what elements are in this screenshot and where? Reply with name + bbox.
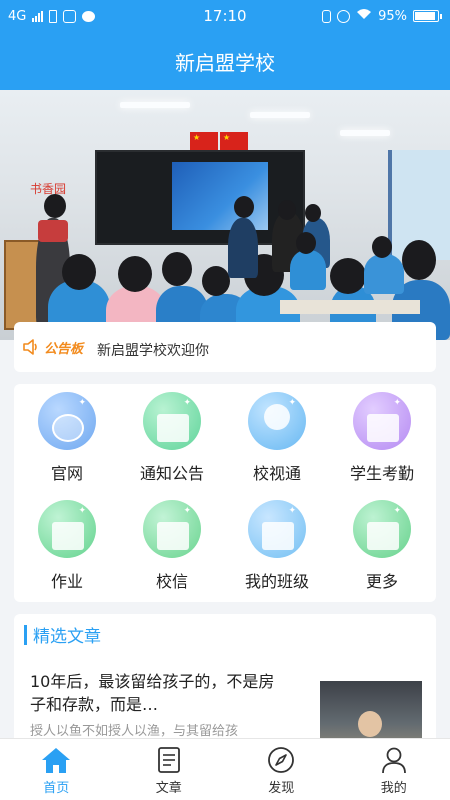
tab-home[interactable]: 首页 [0,739,113,800]
menu-item-more[interactable]: ✦ 更多 [332,500,432,592]
chat-notification-icon [82,10,96,22]
bottom-tab-bar: 首页 文章 发现 我的 [0,738,450,800]
banner-sign: 书香园 [30,182,67,196]
signal-icon [32,10,44,22]
tab-label: 文章 [155,781,182,796]
tab-label: 首页 [43,781,70,796]
menu-item-label: 学生考勤 [349,464,414,483]
menu-item-label: 校信 [155,572,188,591]
clock: 17:10 [203,7,247,25]
status-bar: 4G 17:10 95% [0,0,450,32]
tab-discover[interactable]: 发现 [225,739,338,800]
menu-item-label: 作业 [50,572,83,591]
homework-icon: ✦ [38,500,96,558]
tab-label: 我的 [380,781,407,796]
menu-item-official-site[interactable]: ✦ 官网 [17,392,117,484]
tab-profile[interactable]: 我的 [338,739,450,800]
menu-item-label: 官网 [50,464,83,483]
profile-icon [338,745,450,775]
wifi-icon [356,8,372,24]
menu-item-notices[interactable]: ✦ 通知公告 [122,392,222,484]
network-type: 4G [8,8,27,24]
class-icon: ✦ [248,500,306,558]
notice-board[interactable]: 公告板 新启盟学校欢迎你 [14,322,436,372]
article-thumbnail [320,681,422,744]
app-notification-icon [63,9,77,23]
attendance-icon: ✦ [353,392,411,450]
battery-icon [413,10,442,22]
home-icon [0,745,113,775]
article-icon [113,745,226,775]
more-icon: ✦ [353,500,411,558]
globe-icon: ✦ [38,392,96,450]
menu-item-label: 我的班级 [244,572,309,591]
usb-icon [49,9,58,23]
notice-icon: ✦ [143,392,201,450]
article-title: 10年后，最该留给孩子的，不是房子和存款，而是… [30,672,275,714]
app-header: 新启盟学校 [0,32,450,90]
vibrate-icon [322,9,332,23]
message-icon: ✦ [143,500,201,558]
camera-icon: ✦ [248,392,306,450]
article-summary: 授人以鱼不如授人以渔，与其留给孩 [30,724,239,739]
menu-item-label: 通知公告 [139,464,204,483]
menu-item-my-class[interactable]: ✦ 我的班级 [227,500,327,592]
menu-item-school-message[interactable]: ✦ 校信 [122,500,222,592]
section-accent-bar [24,624,27,645]
menu-item-homework[interactable]: ✦ 作业 [17,500,117,592]
banner-image[interactable]: 书香园 [0,90,450,340]
battery-percent: 95% [378,8,407,24]
notice-text: 新启盟学校欢迎你 [97,343,210,359]
notice-label: 公告板 [44,341,84,357]
tab-articles[interactable]: 文章 [113,739,226,800]
alarm-icon [337,9,351,23]
tab-label: 发现 [268,781,295,796]
page-title: 新启盟学校 [175,50,275,75]
menu-item-label: 校视通 [252,464,301,483]
menu-item-school-video[interactable]: ✦ 校视通 [227,392,327,484]
function-grid: ✦ 官网 ✦ 通知公告 ✦ 校视通 ✦ 学生考勤 ✦ 作业 ✦ 校信 ✦ 我的班… [14,384,436,602]
section-header: 精选文章 [24,622,101,647]
menu-item-label: 更多 [365,572,398,591]
menu-item-attendance[interactable]: ✦ 学生考勤 [332,392,432,484]
featured-articles: 精选文章 10年后，最该留给孩子的，不是房子和存款，而是… 授人以鱼不如授人以渔… [14,614,436,744]
compass-icon [225,745,338,775]
section-title: 精选文章 [33,627,101,647]
speaker-icon [22,339,40,355]
